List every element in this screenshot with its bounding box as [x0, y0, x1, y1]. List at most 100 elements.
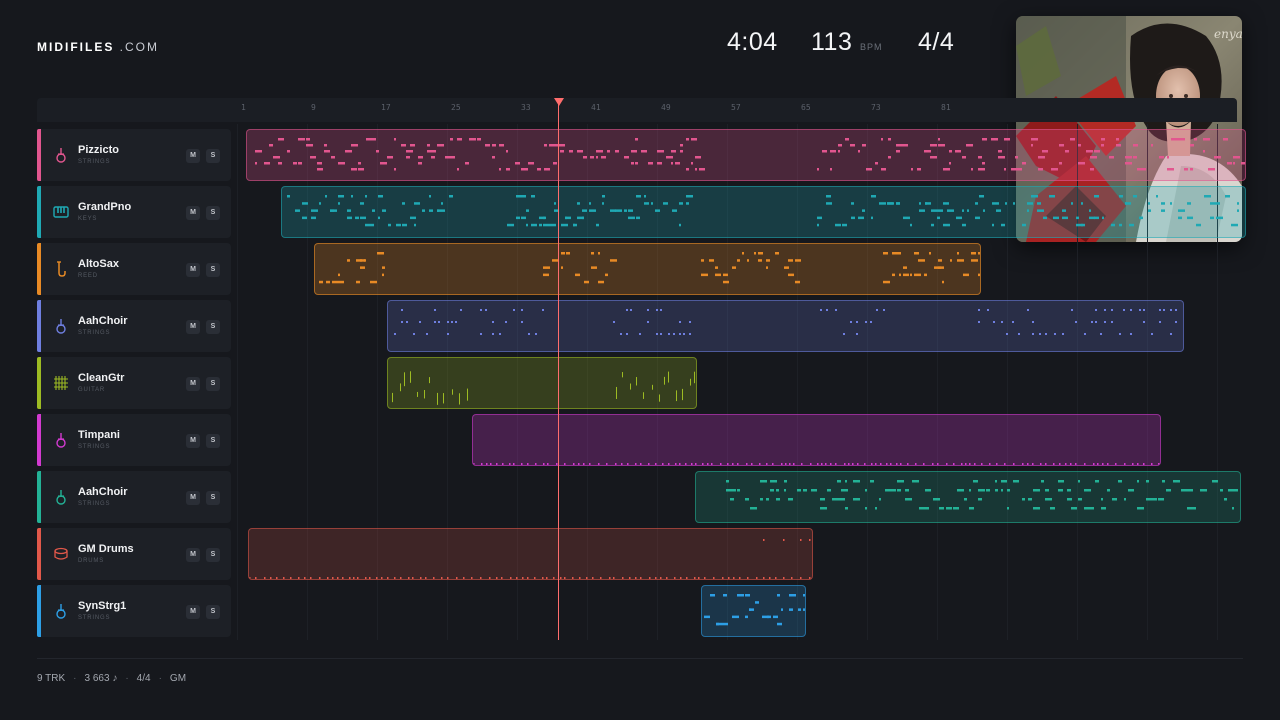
ruler-tick: 1: [241, 103, 246, 112]
midi-note: [996, 209, 1001, 212]
midi-note: [938, 138, 940, 141]
midi-note: [783, 577, 785, 579]
clip-cleangtr[interactable]: [387, 357, 697, 409]
midi-note: [995, 489, 998, 492]
playhead-line[interactable]: [558, 98, 559, 640]
midi-note: [887, 202, 893, 205]
midi-note: [564, 463, 566, 465]
midi-note: [429, 209, 433, 212]
midi-note: [1059, 144, 1064, 147]
midi-note: [912, 480, 919, 483]
solo-button[interactable]: S: [206, 320, 220, 334]
midi-note: [1058, 480, 1064, 483]
mute-button[interactable]: M: [186, 548, 200, 562]
midi-note: [492, 144, 496, 147]
midi-note: [1210, 216, 1214, 220]
solo-button[interactable]: S: [206, 548, 220, 562]
midi-note: [710, 594, 714, 597]
clip-synstrg1[interactable]: [701, 585, 806, 637]
midi-note: [480, 577, 482, 579]
track-header-synstrg1[interactable]: SynStrg1 STRINGS M S: [37, 585, 231, 637]
solo-button[interactable]: S: [206, 434, 220, 448]
midi-note: [382, 266, 385, 269]
track-header-timpani[interactable]: Timpani STRINGS M S: [37, 414, 231, 466]
clip-pizzicto[interactable]: [246, 129, 1246, 181]
midi-note: [777, 594, 780, 597]
midi-note: [975, 216, 980, 220]
track-header-altosax[interactable]: AltoSax REED M S: [37, 243, 231, 295]
clip-altosax[interactable]: [314, 243, 981, 295]
footer-summary: 9 TRK · 3 663 ♪ · 4/4 · GM: [37, 673, 186, 684]
midi-note: [910, 273, 912, 277]
midi-note: [1031, 138, 1038, 141]
midi-note: [1005, 202, 1007, 205]
solo-button[interactable]: S: [206, 377, 220, 391]
midi-note: [811, 489, 817, 492]
midi-note: [437, 144, 444, 147]
midi-note: [400, 383, 401, 392]
mute-button[interactable]: M: [186, 605, 200, 619]
midi-note: [481, 463, 483, 465]
midi-note: [655, 209, 660, 212]
clip-timpani[interactable]: [472, 414, 1161, 466]
midi-note: [659, 394, 660, 402]
midi-note: [622, 372, 623, 378]
solo-button[interactable]: S: [206, 263, 220, 277]
midi-note: [1059, 162, 1062, 165]
clip-aahchoir-2[interactable]: [695, 471, 1241, 523]
midi-note: [347, 209, 351, 212]
midi-note: [784, 266, 789, 269]
track-header-aahchoir[interactable]: AahChoir STRINGS M S: [37, 300, 231, 352]
mute-button[interactable]: M: [186, 434, 200, 448]
mute-button[interactable]: M: [186, 263, 200, 277]
track-header-gm-drums[interactable]: GM Drums DRUMS M S: [37, 528, 231, 580]
track-header-grandpno[interactable]: GrandPno KEYS M S: [37, 186, 231, 238]
midi-note: [747, 577, 749, 579]
midi-note: [577, 202, 580, 205]
midi-note: [311, 216, 316, 220]
track-header-aahchoir-2[interactable]: AahChoir STRINGS M S: [37, 471, 231, 523]
midi-note: [636, 216, 640, 220]
midi-note: [1090, 156, 1094, 159]
solo-button[interactable]: S: [206, 206, 220, 220]
midi-note: [1032, 463, 1034, 465]
midi-note: [547, 463, 549, 465]
track-header-pizzicto[interactable]: Pizzicto STRINGS M S: [37, 129, 231, 181]
midi-note: [1170, 309, 1172, 311]
midi-note: [992, 223, 994, 227]
midi-note: [459, 393, 460, 405]
midi-note: [394, 577, 396, 579]
clip-aahchoir[interactable]: [387, 300, 1184, 352]
solo-button[interactable]: S: [206, 149, 220, 163]
mute-button[interactable]: M: [186, 149, 200, 163]
track-header-cleangtr[interactable]: CleanGtr GUITAR M S: [37, 357, 231, 409]
midi-note: [1091, 321, 1093, 323]
clip-grandpno[interactable]: [281, 186, 1246, 238]
midi-note: [686, 577, 688, 579]
midi-note: [317, 162, 322, 165]
midi-note: [1146, 498, 1153, 501]
midi-note: [853, 498, 860, 501]
midi-note: [602, 202, 604, 205]
solo-button[interactable]: S: [206, 605, 220, 619]
mute-button[interactable]: M: [186, 377, 200, 391]
midi-note: [360, 202, 364, 205]
midi-note: [382, 209, 386, 212]
playhead-marker-icon[interactable]: [554, 98, 564, 106]
midi-note: [656, 309, 658, 311]
solo-button[interactable]: S: [206, 491, 220, 505]
midi-note: [1130, 309, 1132, 311]
midi-note: [1210, 202, 1216, 205]
midi-note: [1090, 507, 1094, 510]
midi-note: [925, 507, 929, 510]
midi-note: [338, 202, 340, 205]
clip-gm-drums[interactable]: [248, 528, 813, 580]
mute-button[interactable]: M: [186, 491, 200, 505]
timeline-ruler[interactable]: 1 9 17 25 33 41 49 57 65 73 81: [37, 98, 1237, 122]
midi-note: [1232, 507, 1234, 510]
midi-note: [965, 463, 967, 465]
midi-note: [978, 489, 985, 492]
mute-button[interactable]: M: [186, 320, 200, 334]
midi-note: [1153, 498, 1157, 501]
mute-button[interactable]: M: [186, 206, 200, 220]
